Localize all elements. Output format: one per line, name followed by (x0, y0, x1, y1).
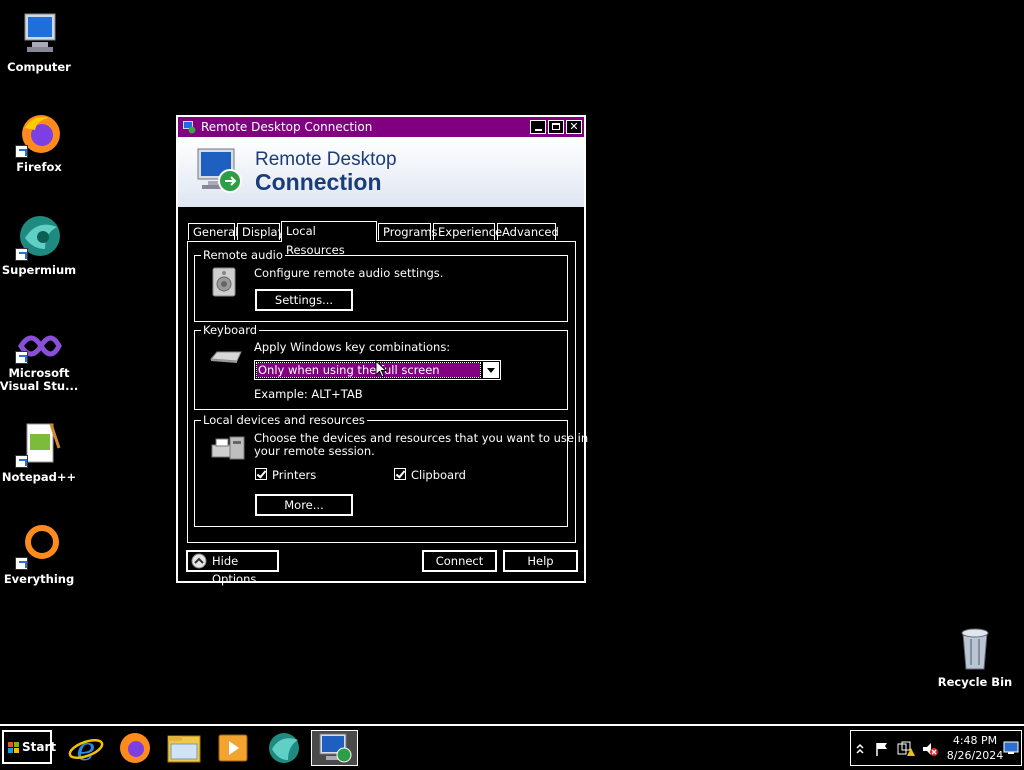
notepadpp-icon (15, 420, 63, 468)
taskbar-internet-explorer[interactable]: e (63, 730, 109, 768)
firefox-icon (15, 110, 63, 158)
remote-desktop-logo-icon (197, 148, 242, 193)
minimize-button[interactable] (530, 120, 546, 134)
close-icon: ✕ (569, 120, 579, 133)
clock-time: 4:48 PM (952, 734, 998, 747)
taskbar-supermium[interactable] (261, 730, 307, 766)
svg-text:e: e (77, 730, 96, 766)
hide-options-label: Hide Options (212, 554, 257, 586)
desktop-icon-visual-studio[interactable]: Microsoft Visual Stu... (0, 328, 79, 393)
firefox-icon (120, 733, 150, 763)
desktop-icon-label: Recycle Bin (937, 675, 1013, 689)
clipboard-checkbox[interactable] (394, 468, 406, 480)
maximize-button[interactable] (548, 120, 564, 134)
clock[interactable]: 4:48 PM 8/26/2024 (943, 733, 1007, 763)
computer-icon (15, 10, 63, 58)
speaker-icon (212, 267, 236, 297)
mouse-cursor-icon (375, 360, 387, 378)
media-player-icon (218, 734, 248, 762)
hide-options-button[interactable]: Hide Options (186, 550, 279, 586)
taskbar-media-player[interactable] (210, 730, 256, 766)
tab-general[interactable]: General (188, 223, 238, 240)
clipboard-label[interactable]: Clipboard (411, 468, 466, 482)
banner: Remote Desktop Connection (178, 137, 584, 210)
clock-date: 8/26/2024 (946, 749, 1004, 762)
keyboard-icon (209, 351, 242, 363)
banner-title-line2: Connection (255, 169, 382, 195)
recycle-bin-icon (951, 625, 999, 673)
taskbar-remote-desktop[interactable] (311, 730, 358, 766)
window-title: Remote Desktop Connection (201, 120, 373, 134)
keyboard-example: Example: ALT+TAB (254, 387, 363, 401)
supermium-icon (269, 733, 299, 763)
desktop-icon-notepadpp[interactable]: Notepad++ (0, 420, 79, 484)
remote-audio-group: Remote audio Configure remote audio sett… (194, 248, 568, 322)
audio-settings-button[interactable]: Settings... (255, 289, 353, 311)
supermium-icon (15, 213, 63, 261)
keyboard-legend: Keyboard (201, 323, 260, 337)
chevron-down-icon[interactable] (483, 362, 499, 378)
tab-experience[interactable]: Experience (433, 223, 502, 240)
tab-programs[interactable]: Programs (378, 223, 438, 240)
tab-advanced[interactable]: Advanced (497, 223, 559, 240)
desktop-icon-label: Computer (7, 60, 71, 74)
chevron-up-circle-icon (191, 553, 207, 569)
desktop-icon-supermium[interactable]: Supermium (0, 213, 79, 277)
local-resources-panel: Remote audio Configure remote audio sett… (187, 241, 588, 543)
tab-display[interactable]: Display (237, 223, 284, 240)
action-center-flag-icon[interactable] (874, 741, 890, 757)
local-devices-legend: Local devices and resources (201, 413, 367, 427)
remote-desktop-window: Remote Desktop Connection ✕ Remote Deskt… (176, 115, 588, 586)
desktop-icon-recycle-bin[interactable]: Recycle Bin (935, 625, 1015, 689)
remote-audio-description: Configure remote audio settings. (254, 266, 444, 280)
show-desktop-icon[interactable] (1003, 741, 1019, 755)
banner-title-line1: Remote Desktop (255, 149, 397, 170)
desktop-icon-label: Notepad++ (1, 470, 77, 484)
system-tray: 4:48 PM 8/26/2024 (850, 730, 1022, 766)
help-button[interactable]: Help (503, 550, 578, 572)
start-label: Start (22, 740, 57, 754)
taskbar-file-explorer[interactable] (161, 730, 207, 766)
tab-local-resources[interactable]: Local Resources (281, 221, 377, 257)
maximize-icon (552, 123, 560, 130)
select-value: Only when using the full screen (256, 362, 481, 378)
internet-explorer-icon: e (68, 730, 104, 768)
desktop-icon-label: Supermium (1, 263, 77, 277)
keyboard-label: Apply Windows key combinations: (254, 340, 451, 354)
minimize-icon (535, 129, 542, 131)
network-warning-icon[interactable] (897, 741, 915, 757)
printers-label[interactable]: Printers (272, 468, 316, 482)
remote-desktop-icon (183, 121, 196, 134)
more-button[interactable]: More... (255, 494, 353, 516)
connect-button[interactable]: Connect (422, 550, 497, 572)
local-devices-group: Local devices and resources Choose the d… (194, 413, 588, 527)
file-explorer-icon (167, 735, 201, 763)
title-bar[interactable]: Remote Desktop Connection ✕ (178, 117, 584, 137)
desktop-icon-label: Firefox (16, 160, 62, 174)
visual-studio-icon (15, 328, 63, 364)
devices-icon (211, 436, 245, 460)
desktop-icon-label: Everything (3, 572, 75, 586)
local-devices-description-line2: your remote session. (254, 444, 375, 458)
printers-checkbox[interactable] (255, 468, 267, 480)
start-button[interactable]: Start (2, 730, 56, 764)
remote-audio-legend: Remote audio (201, 248, 285, 262)
local-devices-description-line1: Choose the devices and resources that yo… (254, 431, 589, 445)
close-button[interactable]: ✕ (566, 120, 582, 134)
everything-icon (15, 522, 63, 570)
desktop-icon-everything[interactable]: Everything (0, 522, 79, 586)
taskbar: Start e 4:48 PM 8/26/2024 (0, 724, 1024, 768)
windows-logo-icon (8, 742, 19, 753)
desktop-icon-label: Microsoft Visual Stu... (0, 366, 79, 393)
desktop-icon-firefox[interactable]: Firefox (0, 110, 79, 174)
desktop-icon-computer[interactable]: Computer (0, 10, 79, 74)
show-hidden-icons-chevron-icon[interactable] (855, 742, 865, 756)
taskbar-firefox[interactable] (112, 730, 158, 766)
volume-muted-icon[interactable] (921, 741, 939, 757)
remote-desktop-icon (319, 733, 352, 763)
